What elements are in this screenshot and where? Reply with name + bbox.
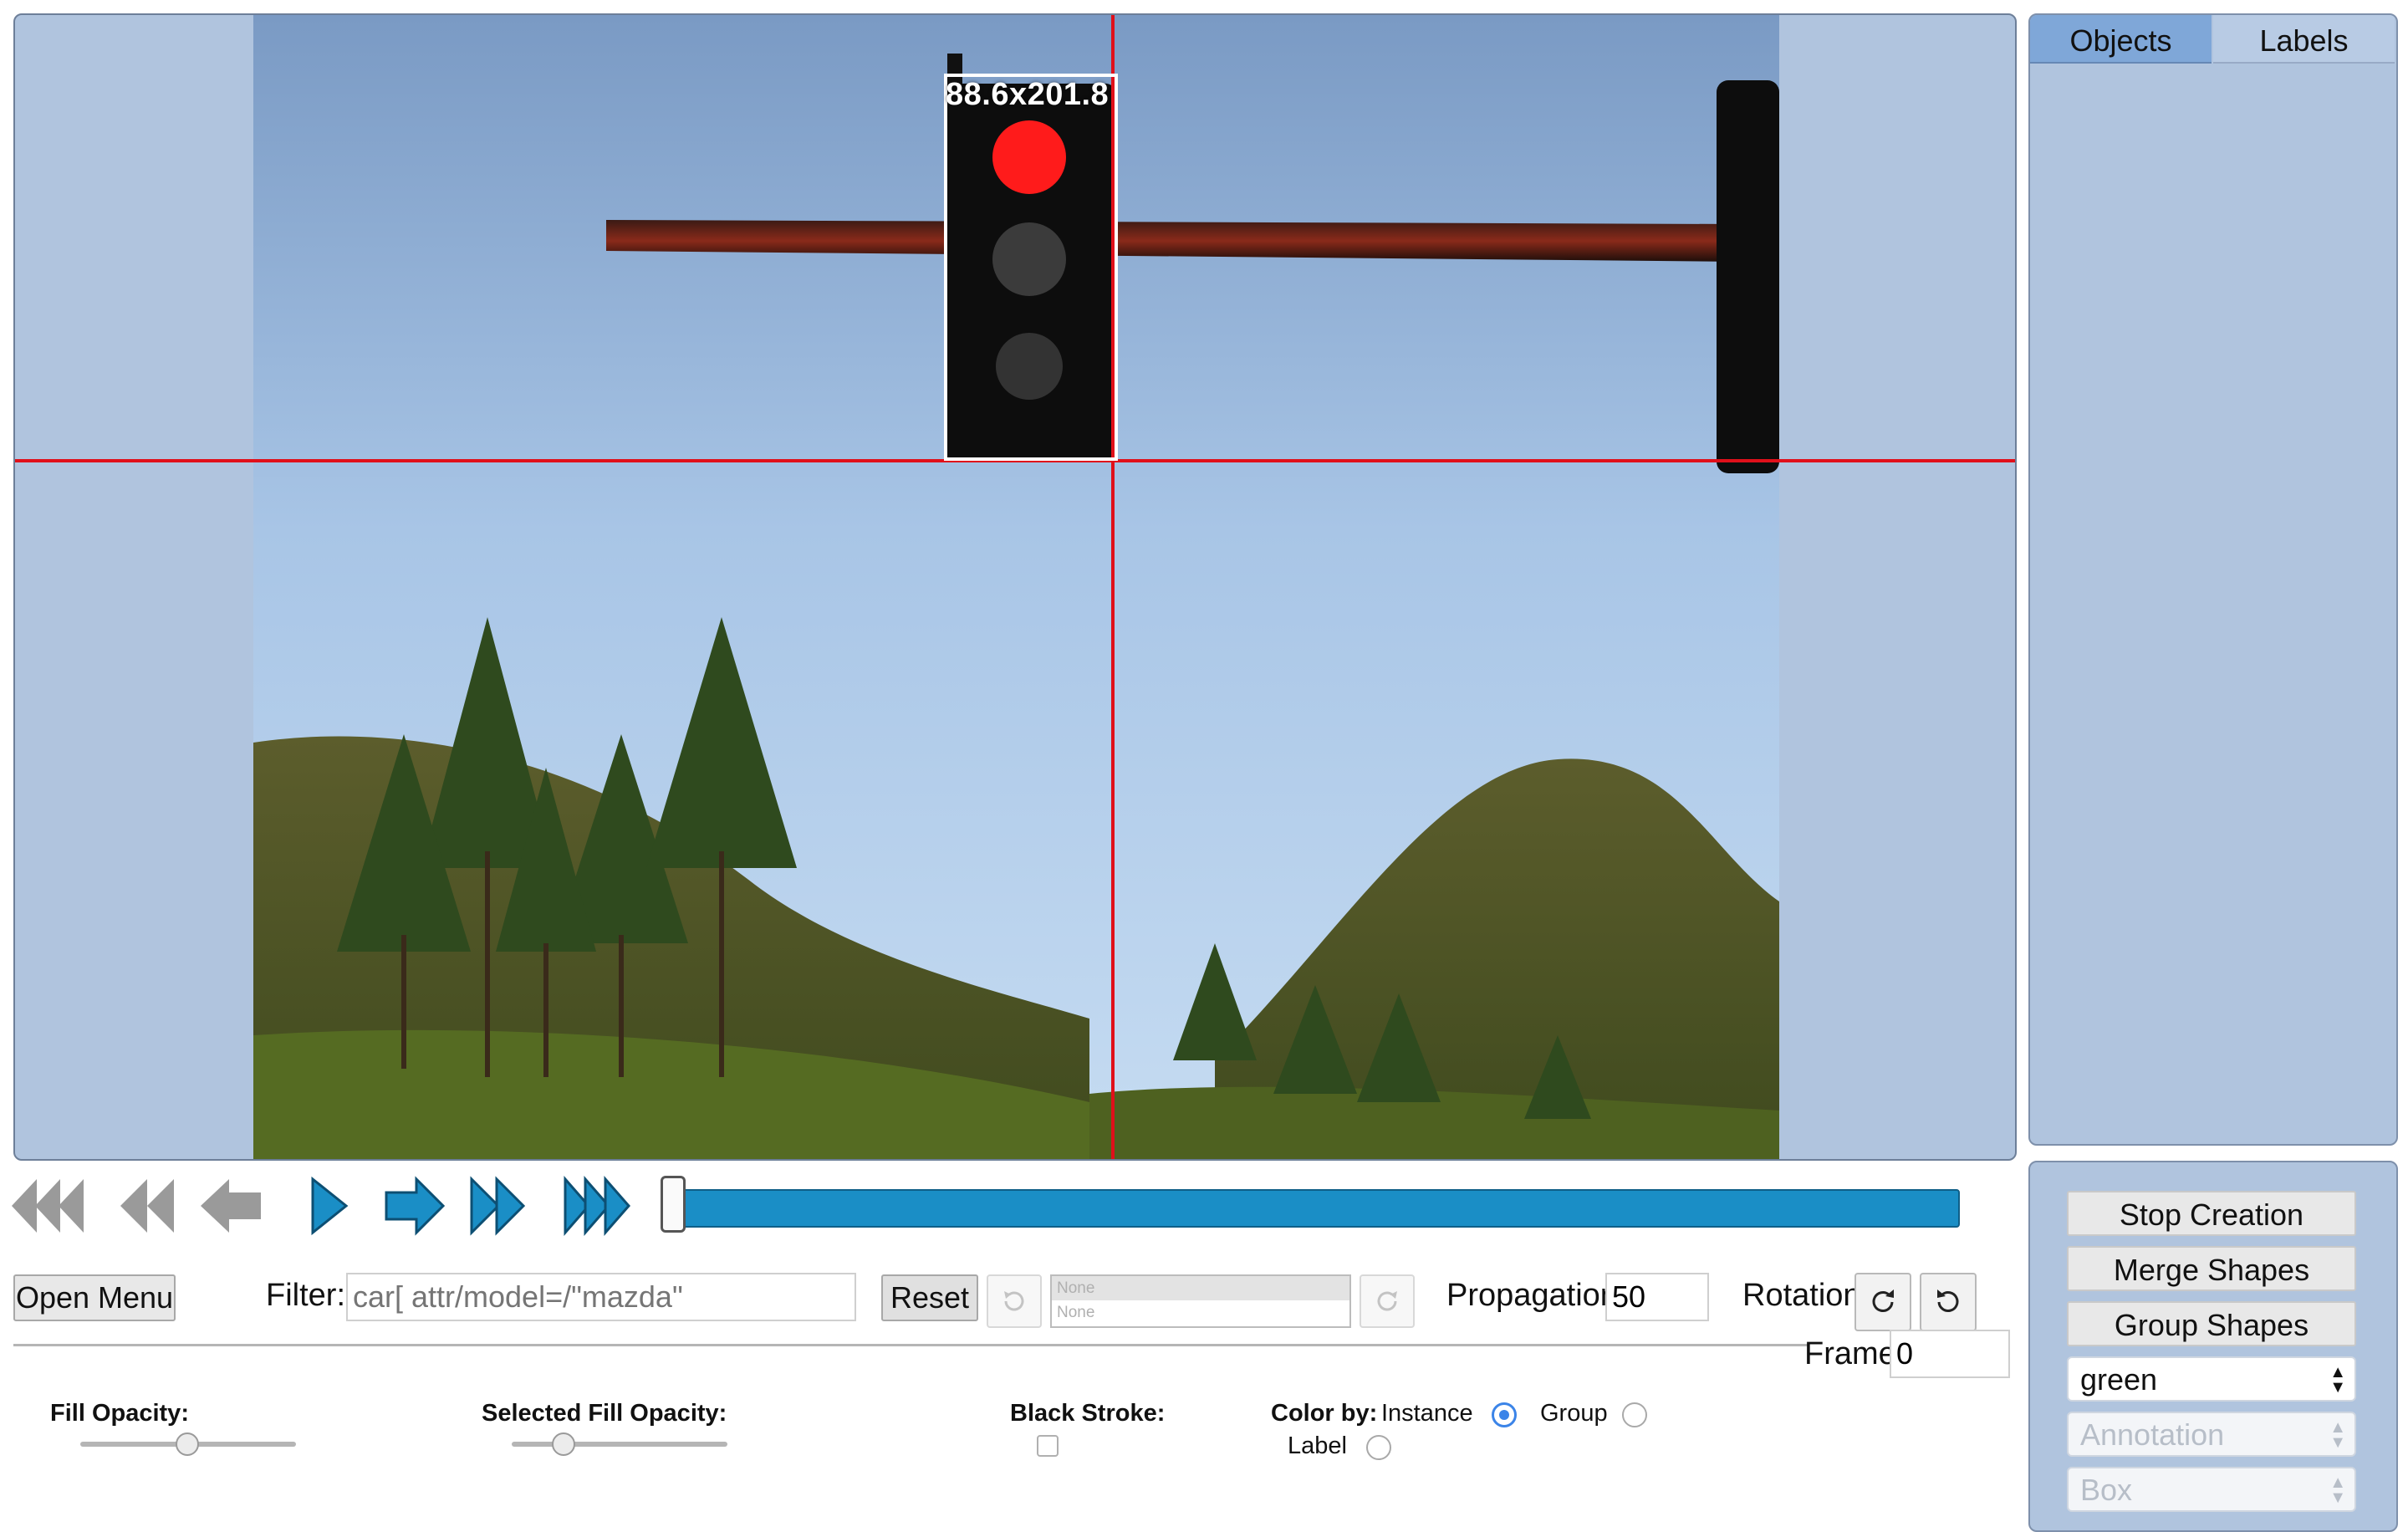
propagation-input[interactable]: [1605, 1273, 1709, 1321]
fast-backward-icon[interactable]: [12, 1174, 84, 1238]
color-by-group-label: Group: [1540, 1400, 1608, 1427]
filter-input[interactable]: [346, 1273, 856, 1321]
merge-shapes-button[interactable]: Merge Shapes: [2067, 1246, 2356, 1291]
rotate-clockwise-button[interactable]: [1854, 1273, 1911, 1331]
shape-panel: Stop Creation Merge Shapes Group Shapes …: [2028, 1161, 2398, 1532]
black-stroke-label: Black Stroke:: [1010, 1400, 1166, 1427]
play-icon[interactable]: [309, 1174, 349, 1238]
frame-input[interactable]: [1890, 1330, 2010, 1378]
history-list[interactable]: None None: [1050, 1274, 1351, 1328]
bounding-box[interactable]: [944, 74, 1118, 461]
shape-type-select-value: Box: [2080, 1473, 2133, 1507]
object-sidebar: Objects Labels: [2028, 13, 2398, 1146]
toolbar-divider: [13, 1344, 1808, 1346]
fill-opacity-label: Fill Opacity:: [50, 1400, 189, 1427]
rotate-clockwise-icon: [1872, 1289, 1894, 1312]
color-by-instance-radio[interactable]: [1492, 1402, 1517, 1427]
history-item[interactable]: None: [1052, 1300, 1349, 1325]
rotation-label: Rotation: [1742, 1278, 1861, 1313]
annotation-canvas[interactable]: 88.6x201.8: [13, 13, 2017, 1161]
frame-label: Frame: [1804, 1336, 1896, 1371]
color-by-instance-label: Instance: [1381, 1400, 1473, 1427]
propagation-label: Propagation: [1446, 1278, 1618, 1313]
color-by-label-label: Label: [1288, 1432, 1347, 1459]
select-arrows-icon: ▲ ▼: [2329, 1418, 2346, 1452]
timeline-slider-thumb[interactable]: [661, 1176, 686, 1233]
black-stroke-checkbox[interactable]: [1037, 1435, 1059, 1457]
prev-frame-icon[interactable]: [201, 1174, 261, 1238]
rotate-counterclockwise-button[interactable]: [1920, 1273, 1977, 1331]
selected-fill-opacity-label: Selected Fill Opacity:: [482, 1400, 727, 1427]
reset-button[interactable]: Reset: [881, 1274, 978, 1321]
bbox-size-label: 88.6x201.8: [946, 77, 1110, 112]
tab-objects[interactable]: Objects: [2030, 15, 2212, 64]
redo-icon: [1377, 1291, 1397, 1311]
open-menu-button[interactable]: Open Menu: [13, 1274, 176, 1321]
filter-label: Filter:: [266, 1278, 345, 1313]
group-shapes-button[interactable]: Group Shapes: [2067, 1301, 2356, 1346]
stop-creation-button[interactable]: Stop Creation: [2067, 1191, 2356, 1236]
select-arrows-icon: ▲ ▼: [2329, 1473, 2346, 1507]
forward-icon[interactable]: [470, 1174, 525, 1238]
color-select[interactable]: green ▲ ▼: [2067, 1356, 2356, 1402]
fill-opacity-slider-thumb[interactable]: [176, 1432, 199, 1456]
annotation-select[interactable]: Annotation ▲ ▼: [2067, 1412, 2356, 1457]
timeline-slider[interactable]: [674, 1189, 1960, 1228]
select-arrows-icon: ▲ ▼: [2329, 1363, 2346, 1397]
redo-button[interactable]: [1360, 1274, 1415, 1328]
selected-fill-opacity-slider-thumb[interactable]: [552, 1432, 575, 1456]
backward-icon[interactable]: [120, 1174, 174, 1238]
rotate-counterclockwise-icon: [1937, 1289, 1959, 1312]
color-by-label: Color by:: [1271, 1400, 1378, 1427]
color-by-group-radio[interactable]: [1622, 1402, 1647, 1427]
next-frame-icon[interactable]: [385, 1174, 445, 1238]
history-item[interactable]: None: [1052, 1276, 1349, 1300]
color-by-label-radio[interactable]: [1366, 1435, 1391, 1460]
annotation-select-value: Annotation: [2080, 1417, 2225, 1452]
color-select-value: green: [2080, 1362, 2158, 1397]
fast-forward-icon[interactable]: [564, 1174, 632, 1238]
selected-fill-opacity-slider[interactable]: [512, 1442, 727, 1447]
undo-button[interactable]: [987, 1274, 1042, 1328]
undo-icon: [1004, 1291, 1024, 1311]
tab-labels[interactable]: Labels: [2213, 15, 2395, 64]
